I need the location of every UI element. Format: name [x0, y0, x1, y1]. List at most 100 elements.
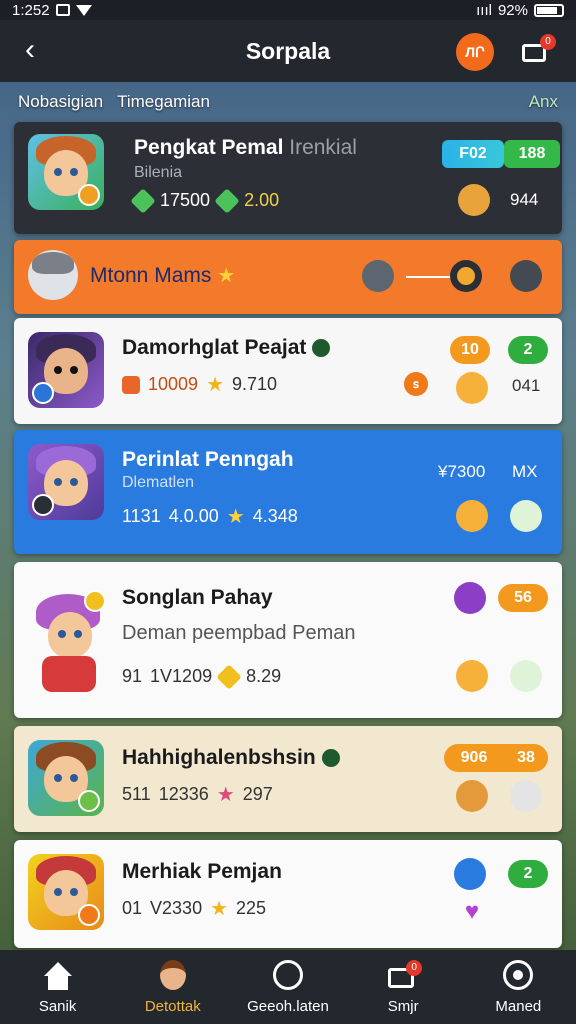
game-avatar	[28, 134, 104, 210]
item-stat-prefix: 91	[122, 666, 143, 686]
screenshot-icon	[55, 4, 70, 16]
cash-icon	[214, 187, 240, 214]
score-pill[interactable]: 38	[504, 744, 548, 772]
tab-profile[interactable]: Detottak	[123, 952, 223, 1022]
tab-label: Geeoh.laten	[247, 997, 329, 1015]
strip-label-right[interactable]: Anx	[529, 92, 558, 112]
game-avatar	[28, 740, 104, 816]
item-stat-2: 225	[236, 898, 267, 918]
magic-icon[interactable]	[454, 582, 486, 614]
item-title: Mtonn Mams	[90, 264, 212, 287]
verified-icon[interactable]	[454, 858, 486, 890]
game-avatar	[28, 444, 104, 520]
notification-badge: 0	[406, 959, 423, 976]
score-pill[interactable]: 56	[498, 584, 548, 612]
item-title: Merhiak Pemjan	[122, 860, 282, 883]
item-stat-2: 4.348	[252, 506, 298, 526]
app-bar: ‹ Sorpala ЛՐ 0	[0, 20, 576, 82]
battery-percent: 92%	[497, 1, 528, 19]
star-icon: ★	[216, 783, 235, 806]
item-price: ¥7300	[438, 462, 486, 481]
level-pill[interactable]: 10	[450, 336, 490, 364]
status-time: 1:252	[12, 1, 50, 19]
game-avatar	[28, 332, 104, 408]
score-pill[interactable]: 188	[504, 140, 560, 168]
emoji-icon[interactable]	[450, 260, 482, 292]
home-icon	[41, 960, 75, 992]
game-avatar	[28, 854, 104, 930]
item-stat-2: 2.00	[244, 190, 280, 210]
list-item[interactable]: Songlan Pahay Deman peempbad Peman 91 1V…	[14, 562, 562, 718]
wifi-icon	[75, 4, 92, 16]
rank-pill[interactable]: F02	[442, 140, 504, 168]
heart-icon[interactable]: ♥	[456, 896, 488, 928]
emoji-icon	[456, 500, 488, 532]
coins-icon	[458, 184, 490, 216]
list-item[interactable]: Perinlat Penngah Dlematlen 1131 4.0.00 ★…	[14, 430, 562, 554]
list-item[interactable]: Mtonn Mams ★	[14, 240, 562, 314]
verified-icon	[312, 339, 331, 358]
item-right-value: 944	[510, 190, 539, 209]
page-title: Sorpala	[245, 37, 331, 64]
avatar	[156, 959, 190, 992]
item-stat-prefix: 511	[122, 784, 151, 804]
list-item[interactable]: Merhiak Pemjan 01 V2330 ★ 225 2 ♥	[14, 840, 562, 948]
cart-badge: 0	[540, 34, 556, 50]
score-pill[interactable]: 2	[508, 860, 548, 888]
heart-icon[interactable]	[510, 660, 542, 692]
heart-icon[interactable]	[510, 500, 542, 532]
tab-label: Sanik	[38, 997, 77, 1015]
item-stat-2: 8.29	[246, 666, 282, 686]
star-icon: ★	[217, 265, 236, 287]
profile-action-button[interactable]: ЛՐ	[456, 33, 494, 71]
item-title: Songlan Pahay	[122, 586, 273, 609]
item-stat-2: 9.710	[232, 374, 278, 394]
round-action[interactable]: ꜱ	[404, 372, 428, 396]
item-stat-1: 12336	[158, 784, 209, 804]
score-pill[interactable]: 2	[508, 336, 548, 364]
tab-label: Smjr	[387, 997, 419, 1015]
item-title: Damorhglat Peajat	[122, 336, 307, 359]
mail-icon: 0	[386, 959, 423, 992]
game-avatar	[28, 250, 78, 300]
list-item[interactable]: Pengkat Pemal Irenkial Bilenia 17500 2.0…	[14, 122, 562, 234]
ticket-icon	[122, 375, 140, 394]
emoji-icon	[456, 372, 488, 404]
connector-line	[406, 276, 452, 278]
bottom-tab-bar: Sanik Detottak Geeoh.laten 0 Smjr Maned	[0, 950, 576, 1024]
profile-icon[interactable]	[362, 260, 394, 292]
item-subtitle: Dlematlen	[122, 474, 195, 491]
list-item[interactable]: Damorhglat Peajat 10009 ★ 9.710 10 2 ꜱ 0…	[14, 318, 562, 424]
settings-icon	[501, 959, 535, 992]
item-right-value: 041	[512, 376, 541, 395]
tab-explore[interactable]: Geeoh.laten	[238, 952, 338, 1022]
back-button[interactable]: ‹	[14, 33, 46, 66]
item-title: Hahhighalenbshsin	[122, 746, 316, 769]
strip-label-2[interactable]: Timegamian	[117, 92, 210, 112]
tab-messages[interactable]: 0 Smjr	[353, 952, 453, 1022]
item-stat-prefix: 01	[122, 898, 143, 918]
cart-button[interactable]: 0	[518, 34, 556, 68]
rank-pill[interactable]: 906	[444, 744, 504, 772]
item-stat-1: 10009	[148, 374, 199, 394]
list-item[interactable]: Hahhighalenbshsin 511 12336 ★ 297 906 38	[14, 726, 562, 832]
item-stat-1: V2330	[150, 898, 203, 918]
gem-icon	[130, 187, 156, 214]
strip-label-1[interactable]: Nobasigian	[18, 92, 103, 112]
status-bar: 1:252 ıııl 92%	[0, 0, 576, 20]
item-title-suffix: Irenkial	[289, 136, 357, 159]
lock-icon[interactable]	[510, 780, 542, 812]
star-icon: ★	[226, 505, 245, 528]
battery-icon	[534, 3, 564, 17]
item-title: Perinlat Penngah	[122, 448, 294, 471]
item-stat-prefix: 1131	[122, 506, 161, 526]
item-stat-2: 297	[242, 784, 273, 804]
tab-manage[interactable]: Maned	[468, 952, 568, 1022]
star-icon: ★	[210, 897, 229, 920]
verified-icon	[321, 749, 340, 768]
lock-icon[interactable]	[510, 260, 542, 292]
item-stat-1: 17500	[160, 190, 211, 210]
compass-icon	[271, 959, 305, 992]
item-stat-1: 4.0.00	[168, 506, 219, 526]
tab-home[interactable]: Sanik	[8, 952, 108, 1022]
